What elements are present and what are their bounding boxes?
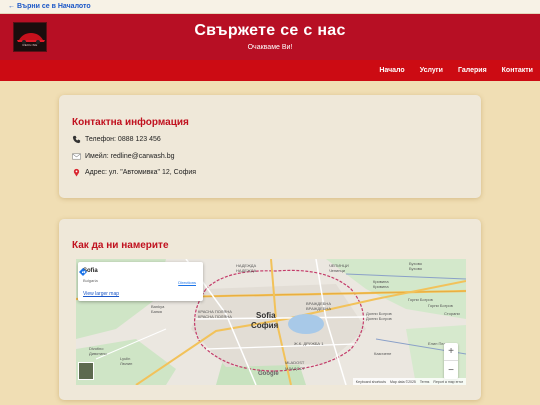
map-label-bankya-bg: Банкя <box>151 309 162 314</box>
map-label-lyulin-bg: Люлин <box>120 361 133 366</box>
map-infobox: Sofia Bulgaria View larger map Direction… <box>78 262 203 301</box>
map-label-dolni-bogrov-bg: Долни Богров <box>366 316 392 321</box>
envelope-icon <box>72 153 81 160</box>
map-card: Как да ни намерите НАДЕЖДА НАДЕЖДА ЧЕПИН… <box>59 219 481 400</box>
map-label-mladost-bg: МЛАДОСТ <box>285 366 305 371</box>
map-label-mladost: MLADOST <box>285 360 305 365</box>
view-larger-map-link[interactable]: View larger map <box>83 291 119 297</box>
nav-services[interactable]: Услуги <box>420 67 443 74</box>
map-label-kazichene: Казичене <box>374 351 392 356</box>
google-logo: Google <box>258 371 279 377</box>
phone-text: Телефон: 0888 123 456 <box>85 136 161 143</box>
page-title: Свържете се с нас <box>194 22 346 39</box>
page-subtitle: Очакваме Ви! <box>247 44 293 51</box>
map-label-storani: Сторани <box>444 311 460 316</box>
zoom-control: + − <box>444 343 458 379</box>
address-text: Адрес: ул. "Автомивка" 12, София <box>85 169 197 176</box>
zoom-out-button[interactable]: − <box>444 361 458 379</box>
main-nav: Начало Услуги Галерия Контакти <box>0 60 540 81</box>
map-place-country: Bulgaria <box>83 278 98 283</box>
google-map[interactable]: НАДЕЖДА НАДЕЖДА ЧЕПИНЦИ Чепинци Бухово Б… <box>76 259 466 385</box>
map-label-chepintsi-bg: Чепинци <box>329 268 346 273</box>
address-row: Адрес: ул. "Автомивка" 12, София <box>72 168 196 177</box>
location-pin-icon <box>73 168 80 177</box>
nav-contacts[interactable]: Контакти <box>502 67 533 74</box>
map-label-divotino-bg: Дивотино <box>89 351 107 356</box>
contact-heading: Контактна информация <box>72 117 189 128</box>
nav-gallery[interactable]: Галерия <box>458 67 487 74</box>
map-data-text: Map data ©2025 <box>389 379 416 384</box>
map-attribution: Keyboard shortcuts Map data ©2025 Terms … <box>352 378 466 385</box>
back-home-link[interactable]: ← Върни се в Началото <box>8 3 91 10</box>
email-text: Имейл: redline@carwash.bg <box>85 153 175 160</box>
email-row: Имейл: redline@carwash.bg <box>72 152 175 161</box>
map-label-krasna-polyana-bg: КРАСНА ПОЛЯНА <box>198 314 232 319</box>
map-label-vrazhdebna-bg: ВРАЖДЕБНА <box>306 306 331 311</box>
map-city-cyrillic: София <box>251 321 279 330</box>
map-label-gorni-bogrov-2: Горни Богров <box>428 303 453 308</box>
back-bar: ← Върни се в Началото <box>0 0 540 14</box>
directions-icon[interactable] <box>78 267 88 277</box>
phone-icon <box>72 135 81 144</box>
map-label-druzhba: Ж.К. ДРУЖБА 1 <box>294 341 324 346</box>
map-label-krivina-bg: Кривина <box>373 284 389 289</box>
zoom-in-button[interactable]: + <box>444 343 458 361</box>
map-label-nadezhda-bg: НАДЕЖДА <box>236 268 257 273</box>
map-heading: Как да ни намерите <box>72 240 169 251</box>
satellite-toggle[interactable] <box>78 362 94 380</box>
map-label-gorni-bogrov: Горни Богров <box>408 297 433 302</box>
directions-link[interactable]: Directions <box>178 280 196 285</box>
nav-home[interactable]: Начало <box>379 67 404 74</box>
map-label-buhovo-bg: Бухово <box>409 266 423 271</box>
phone-row: Телефон: 0888 123 456 <box>72 135 161 144</box>
keyboard-shortcuts-link[interactable]: Keyboard shortcuts <box>356 380 386 384</box>
report-error-link[interactable]: Report a map error <box>433 380 463 384</box>
map-city-latin: Sofia <box>256 311 276 320</box>
site-header: REDLINE Свържете се с нас Очакваме Ви! <box>0 14 540 60</box>
terms-link[interactable]: Terms <box>420 380 430 384</box>
contact-card: Контактна информация Телефон: 0888 123 4… <box>59 95 481 198</box>
